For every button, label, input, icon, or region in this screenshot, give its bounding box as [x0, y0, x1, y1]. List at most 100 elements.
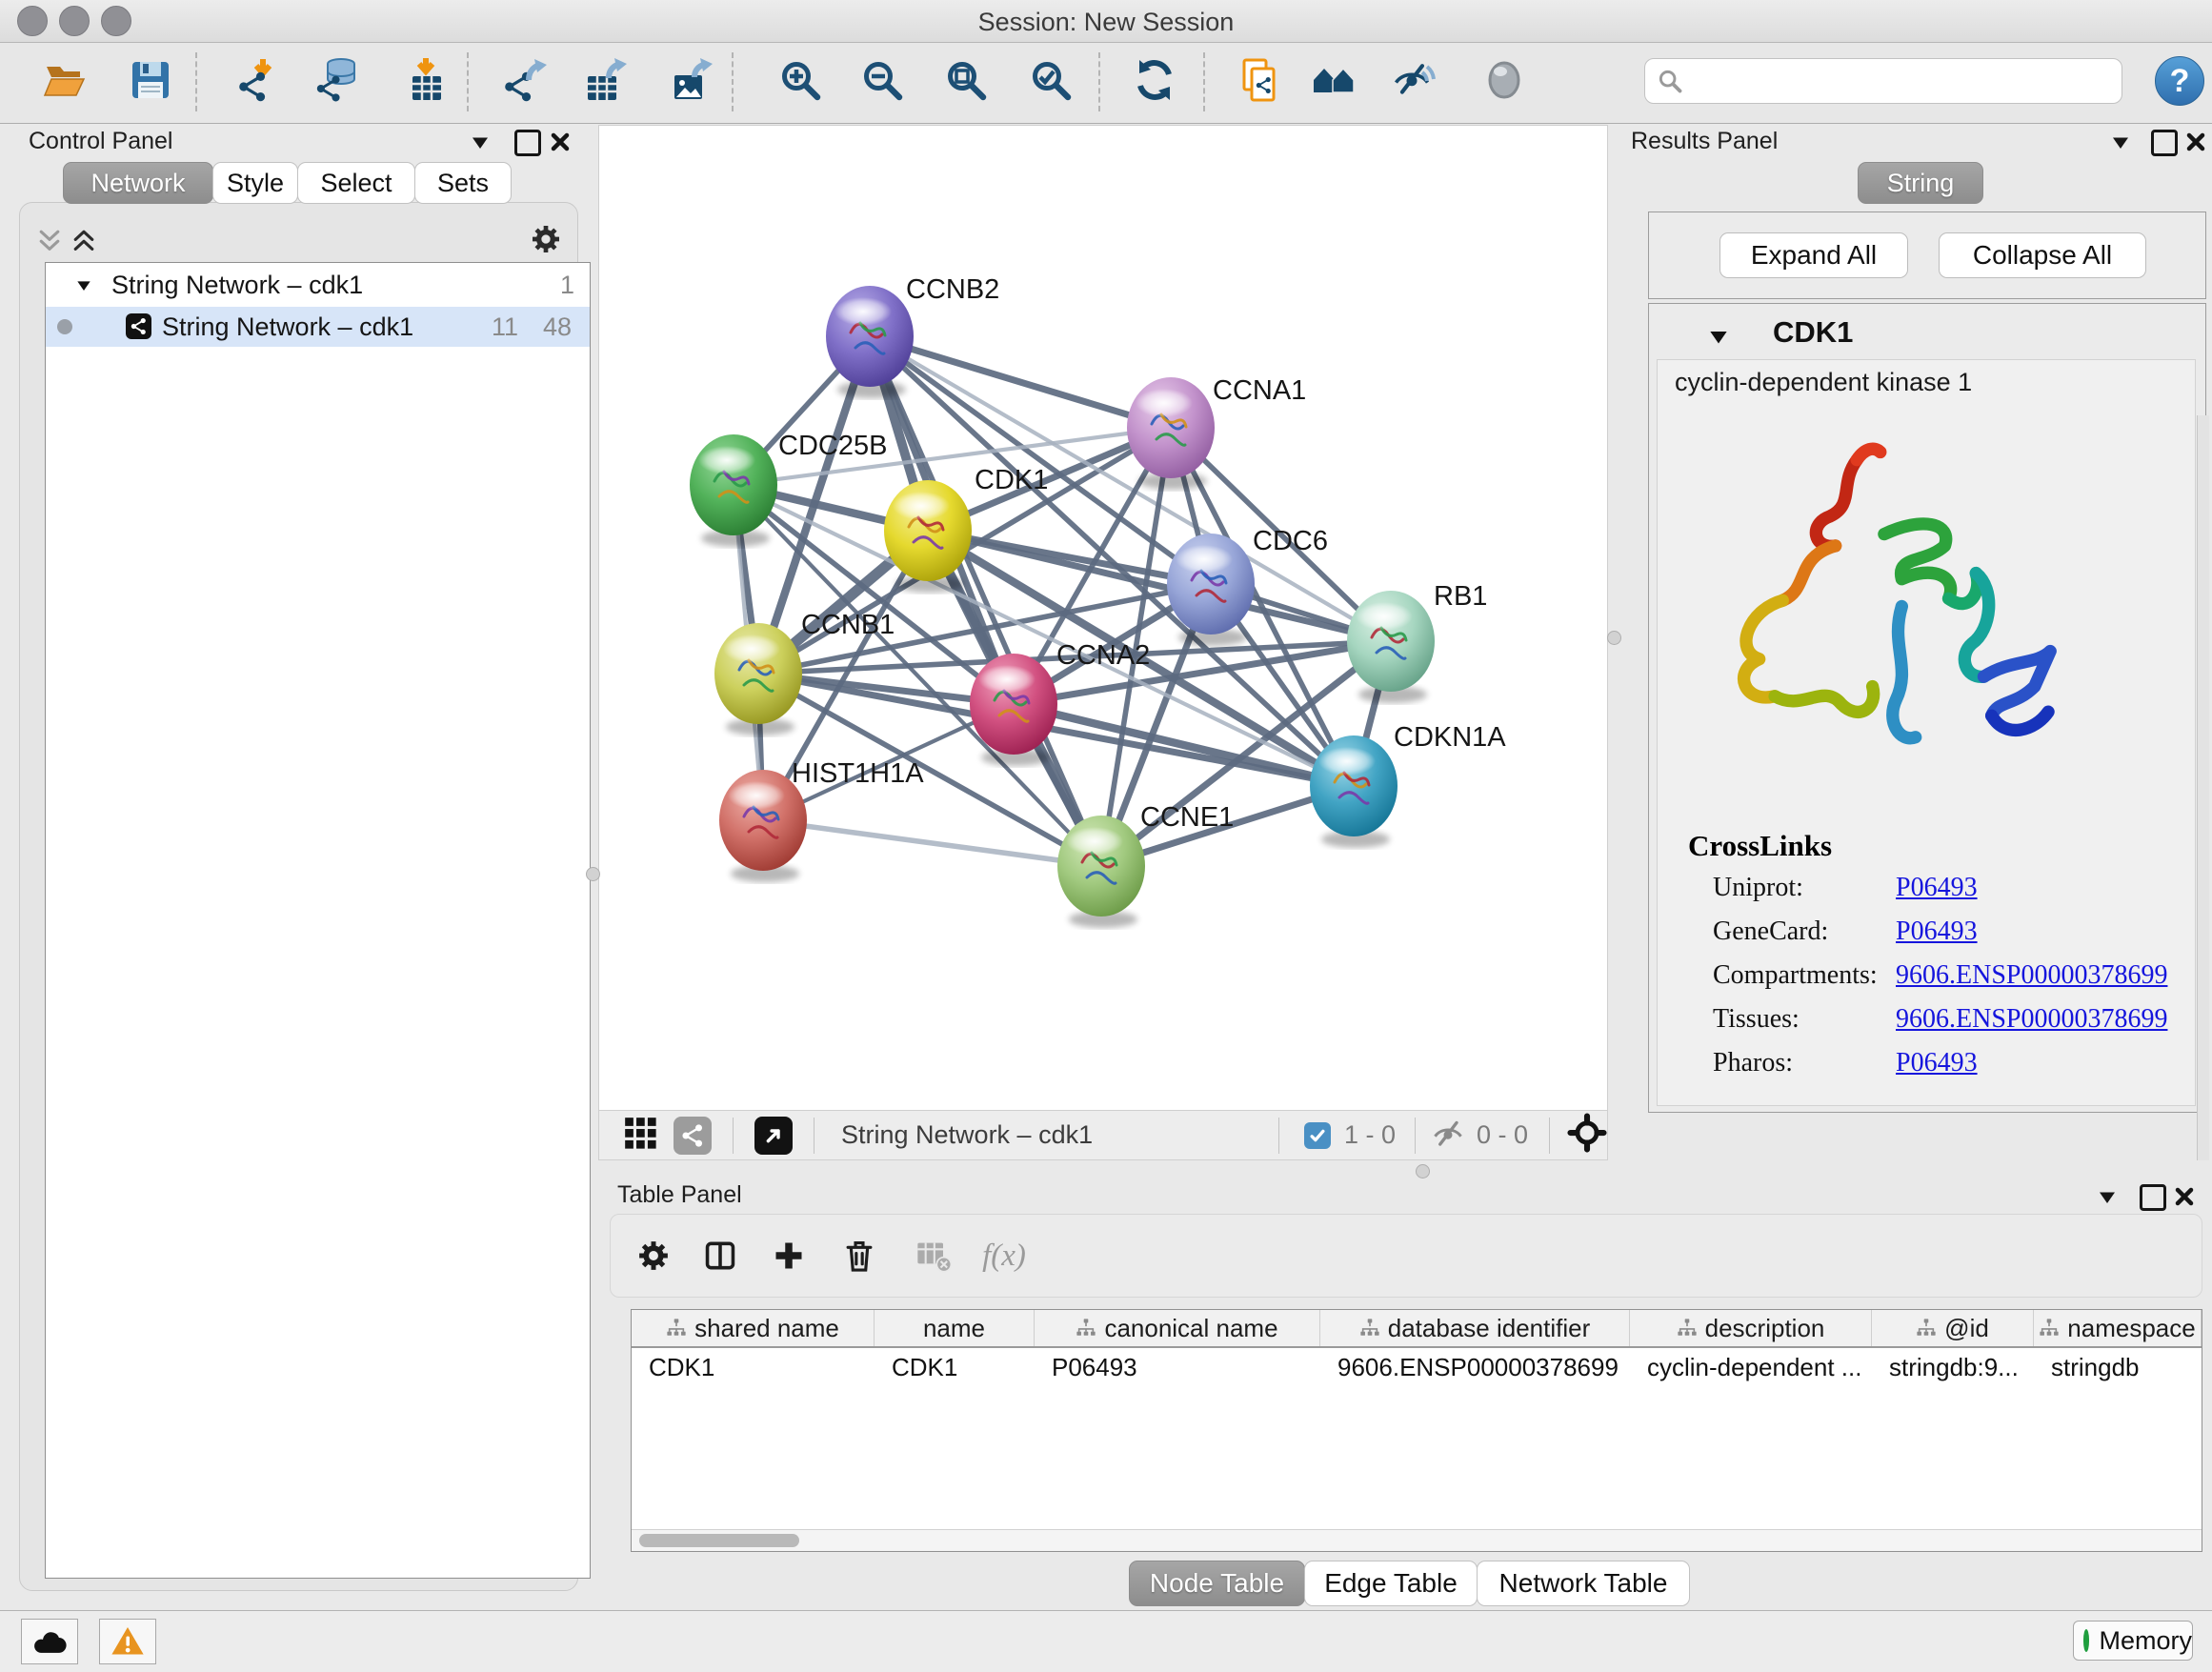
node-label-CDC6: CDC6 — [1253, 526, 1328, 556]
homes-icon[interactable] — [1308, 45, 1359, 115]
crosslink-link[interactable]: 9606.ENSP00000378699 — [1896, 1004, 2167, 1035]
column-header-name[interactable]: name — [875, 1310, 1035, 1346]
delete-column-icon[interactable] — [834, 1230, 885, 1281]
network-node-CDC25B[interactable] — [690, 434, 777, 547]
table-cell[interactable]: CDK1 — [875, 1348, 1035, 1386]
detach-view-icon[interactable] — [754, 1117, 793, 1155]
export-table-icon[interactable] — [581, 45, 633, 115]
table-cell[interactable]: stringdb — [2034, 1348, 2202, 1386]
table-cell[interactable]: CDK1 — [632, 1348, 875, 1386]
expand-all-icon[interactable] — [70, 226, 98, 259]
warnings-button[interactable] — [99, 1619, 156, 1664]
control-panel-menu-icon[interactable] — [469, 131, 492, 154]
memory-button[interactable]: Memory — [2073, 1621, 2193, 1661]
table-panel-menu-icon[interactable] — [2096, 1186, 2119, 1209]
table-cell[interactable]: stringdb:9... — [1872, 1348, 2034, 1386]
export-network-icon[interactable] — [499, 45, 551, 115]
tab-network-table[interactable]: Network Table — [1477, 1561, 1690, 1606]
collection-expander-icon[interactable] — [74, 276, 93, 295]
collapse-all-icon[interactable] — [35, 226, 64, 259]
column-header-database-identifier[interactable]: database identifier — [1320, 1310, 1630, 1346]
search-input[interactable] — [1693, 63, 2112, 99]
crosslink-link[interactable]: P06493 — [1896, 1048, 1978, 1078]
open-session-icon[interactable] — [39, 45, 90, 115]
save-session-icon[interactable] — [125, 45, 176, 115]
right-splitter-handle[interactable] — [1607, 631, 1621, 645]
create-column-icon[interactable] — [763, 1230, 814, 1281]
expand-all-button[interactable]: Expand All — [1719, 232, 1908, 278]
crosslink-link[interactable]: P06493 — [1896, 873, 1978, 903]
section-collapse-icon[interactable] — [1706, 325, 1731, 350]
network-node-CCNA1[interactable] — [1127, 377, 1215, 490]
network-node-CCNE1[interactable] — [1057, 816, 1145, 928]
hidden-eye-slash-icon[interactable] — [1431, 1116, 1465, 1155]
table-cell[interactable]: 9606.ENSP00000378699 — [1320, 1348, 1630, 1386]
results-panel-menu-icon[interactable] — [2109, 131, 2132, 154]
cloud-button[interactable] — [21, 1619, 78, 1664]
tab-node-table[interactable]: Node Table — [1129, 1561, 1305, 1606]
results-tab-string[interactable]: String — [1858, 162, 1983, 204]
graphics-details-icon[interactable] — [1478, 45, 1530, 115]
crosslink-link[interactable]: P06493 — [1896, 917, 1978, 947]
table-options-gear-icon[interactable] — [628, 1230, 679, 1281]
control-panel-close-icon[interactable] — [549, 131, 572, 153]
search-icon — [1657, 68, 1683, 94]
control-panel: 1 of 1 Network selected String Network –… — [19, 202, 578, 1591]
search-field[interactable] — [1644, 58, 2122, 104]
table-cell[interactable]: cyclin-dependent ... — [1630, 1348, 1872, 1386]
column-header-shared-name[interactable]: shared name — [632, 1310, 875, 1346]
tab-network[interactable]: Network — [63, 162, 213, 204]
table-panel-float-icon[interactable] — [2140, 1184, 2166, 1211]
tab-sets[interactable]: Sets — [414, 162, 512, 204]
network-collection-row[interactable]: String Network – cdk1 1 — [46, 267, 590, 305]
network-node-RB1[interactable] — [1347, 591, 1435, 703]
zoom-fit-icon[interactable] — [940, 45, 992, 115]
control-panel-title: Control Panel — [29, 128, 172, 155]
network-node-CCNB2[interactable] — [826, 286, 914, 398]
table-cell[interactable]: P06493 — [1035, 1348, 1320, 1386]
results-panel-float-icon[interactable] — [2151, 130, 2178, 156]
column-header-canonical-name[interactable]: canonical name — [1035, 1310, 1320, 1346]
scrollbar-thumb[interactable] — [639, 1534, 799, 1547]
collapse-all-button[interactable]: Collapse All — [1939, 232, 2146, 278]
zoom-out-icon[interactable] — [856, 45, 908, 115]
birdseye-crosshair-icon[interactable] — [1567, 1113, 1607, 1158]
column-header-@id[interactable]: @id — [1872, 1310, 2034, 1346]
table-horizontal-scrollbar[interactable] — [632, 1529, 2202, 1551]
left-splitter-handle[interactable] — [586, 867, 600, 881]
tab-select[interactable]: Select — [297, 162, 415, 204]
column-header-namespace[interactable]: namespace — [2034, 1310, 2202, 1346]
network-node-CCNB1[interactable] — [714, 623, 802, 735]
results-scrollbar[interactable] — [2197, 415, 2209, 1160]
table-row[interactable]: CDK1CDK1P064939606.ENSP00000378699cyclin… — [632, 1348, 2202, 1386]
table-panel-close-icon[interactable] — [2173, 1185, 2196, 1208]
tab-edge-table[interactable]: Edge Table — [1304, 1561, 1478, 1606]
control-panel-float-icon[interactable] — [514, 130, 541, 156]
network-canvas[interactable]: CCNB2CCNA1CDC25BCDK1CDC6RB1CCNB1CCNA2CDK… — [598, 125, 1608, 1112]
hide-unhide-icon[interactable] — [1388, 45, 1439, 115]
network-overview-icon[interactable] — [674, 1117, 712, 1155]
help-button[interactable]: ? — [2155, 56, 2204, 106]
crosslink-link[interactable]: 9606.ENSP00000378699 — [1896, 960, 2167, 991]
results-panel-close-icon[interactable] — [2184, 131, 2207, 153]
refresh-layout-icon[interactable] — [1129, 45, 1180, 115]
network-node-CDKN1A[interactable] — [1310, 735, 1398, 848]
selected-checkbox-icon[interactable] — [1304, 1122, 1331, 1149]
zoom-in-icon[interactable] — [774, 45, 826, 115]
import-network-file-icon[interactable] — [231, 45, 283, 115]
function-builder-icon[interactable]: f(x) — [978, 1230, 1030, 1281]
import-network-database-icon[interactable] — [312, 45, 363, 115]
import-table-file-icon[interactable] — [400, 45, 452, 115]
network-row-selected[interactable]: String Network – cdk1 11 48 — [46, 307, 590, 347]
grid-view-icon[interactable] — [622, 1115, 658, 1156]
network-file-icon[interactable] — [1236, 45, 1287, 115]
delete-table-icon[interactable] — [908, 1230, 959, 1281]
column-header-description[interactable]: description — [1630, 1310, 1872, 1346]
show-columns-icon[interactable] — [694, 1230, 746, 1281]
zoom-selected-icon[interactable] — [1025, 45, 1076, 115]
horizontal-splitter-handle[interactable] — [1416, 1164, 1430, 1178]
export-image-icon[interactable] — [666, 45, 717, 115]
network-node-CDK1[interactable] — [884, 480, 972, 593]
tab-style[interactable]: Style — [212, 162, 298, 204]
network-options-gear-icon[interactable] — [531, 224, 561, 259]
